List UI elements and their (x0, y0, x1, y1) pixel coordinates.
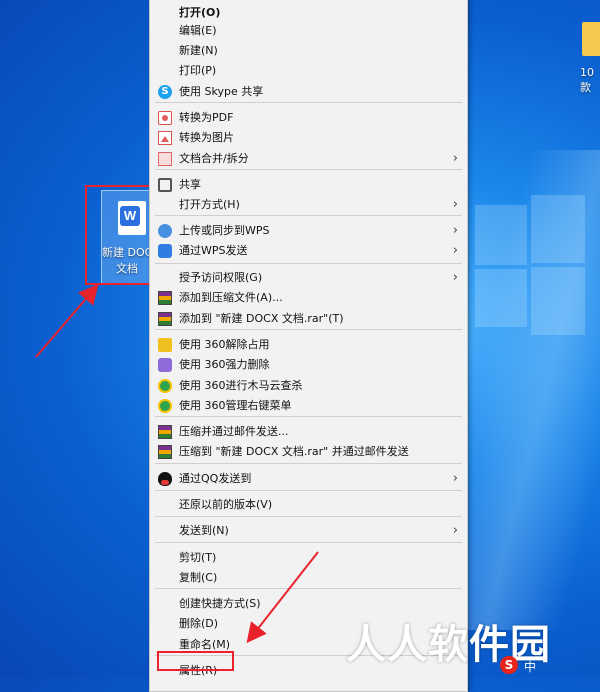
arrow-to-properties (246, 551, 319, 644)
arrow-to-file (35, 283, 99, 358)
sogou-ime-icon[interactable]: S (500, 656, 518, 674)
ime-mode-label[interactable]: 中 (524, 658, 536, 675)
watermark-text: 人人软件园 (346, 622, 551, 668)
annotation-arrows (35, 283, 319, 644)
